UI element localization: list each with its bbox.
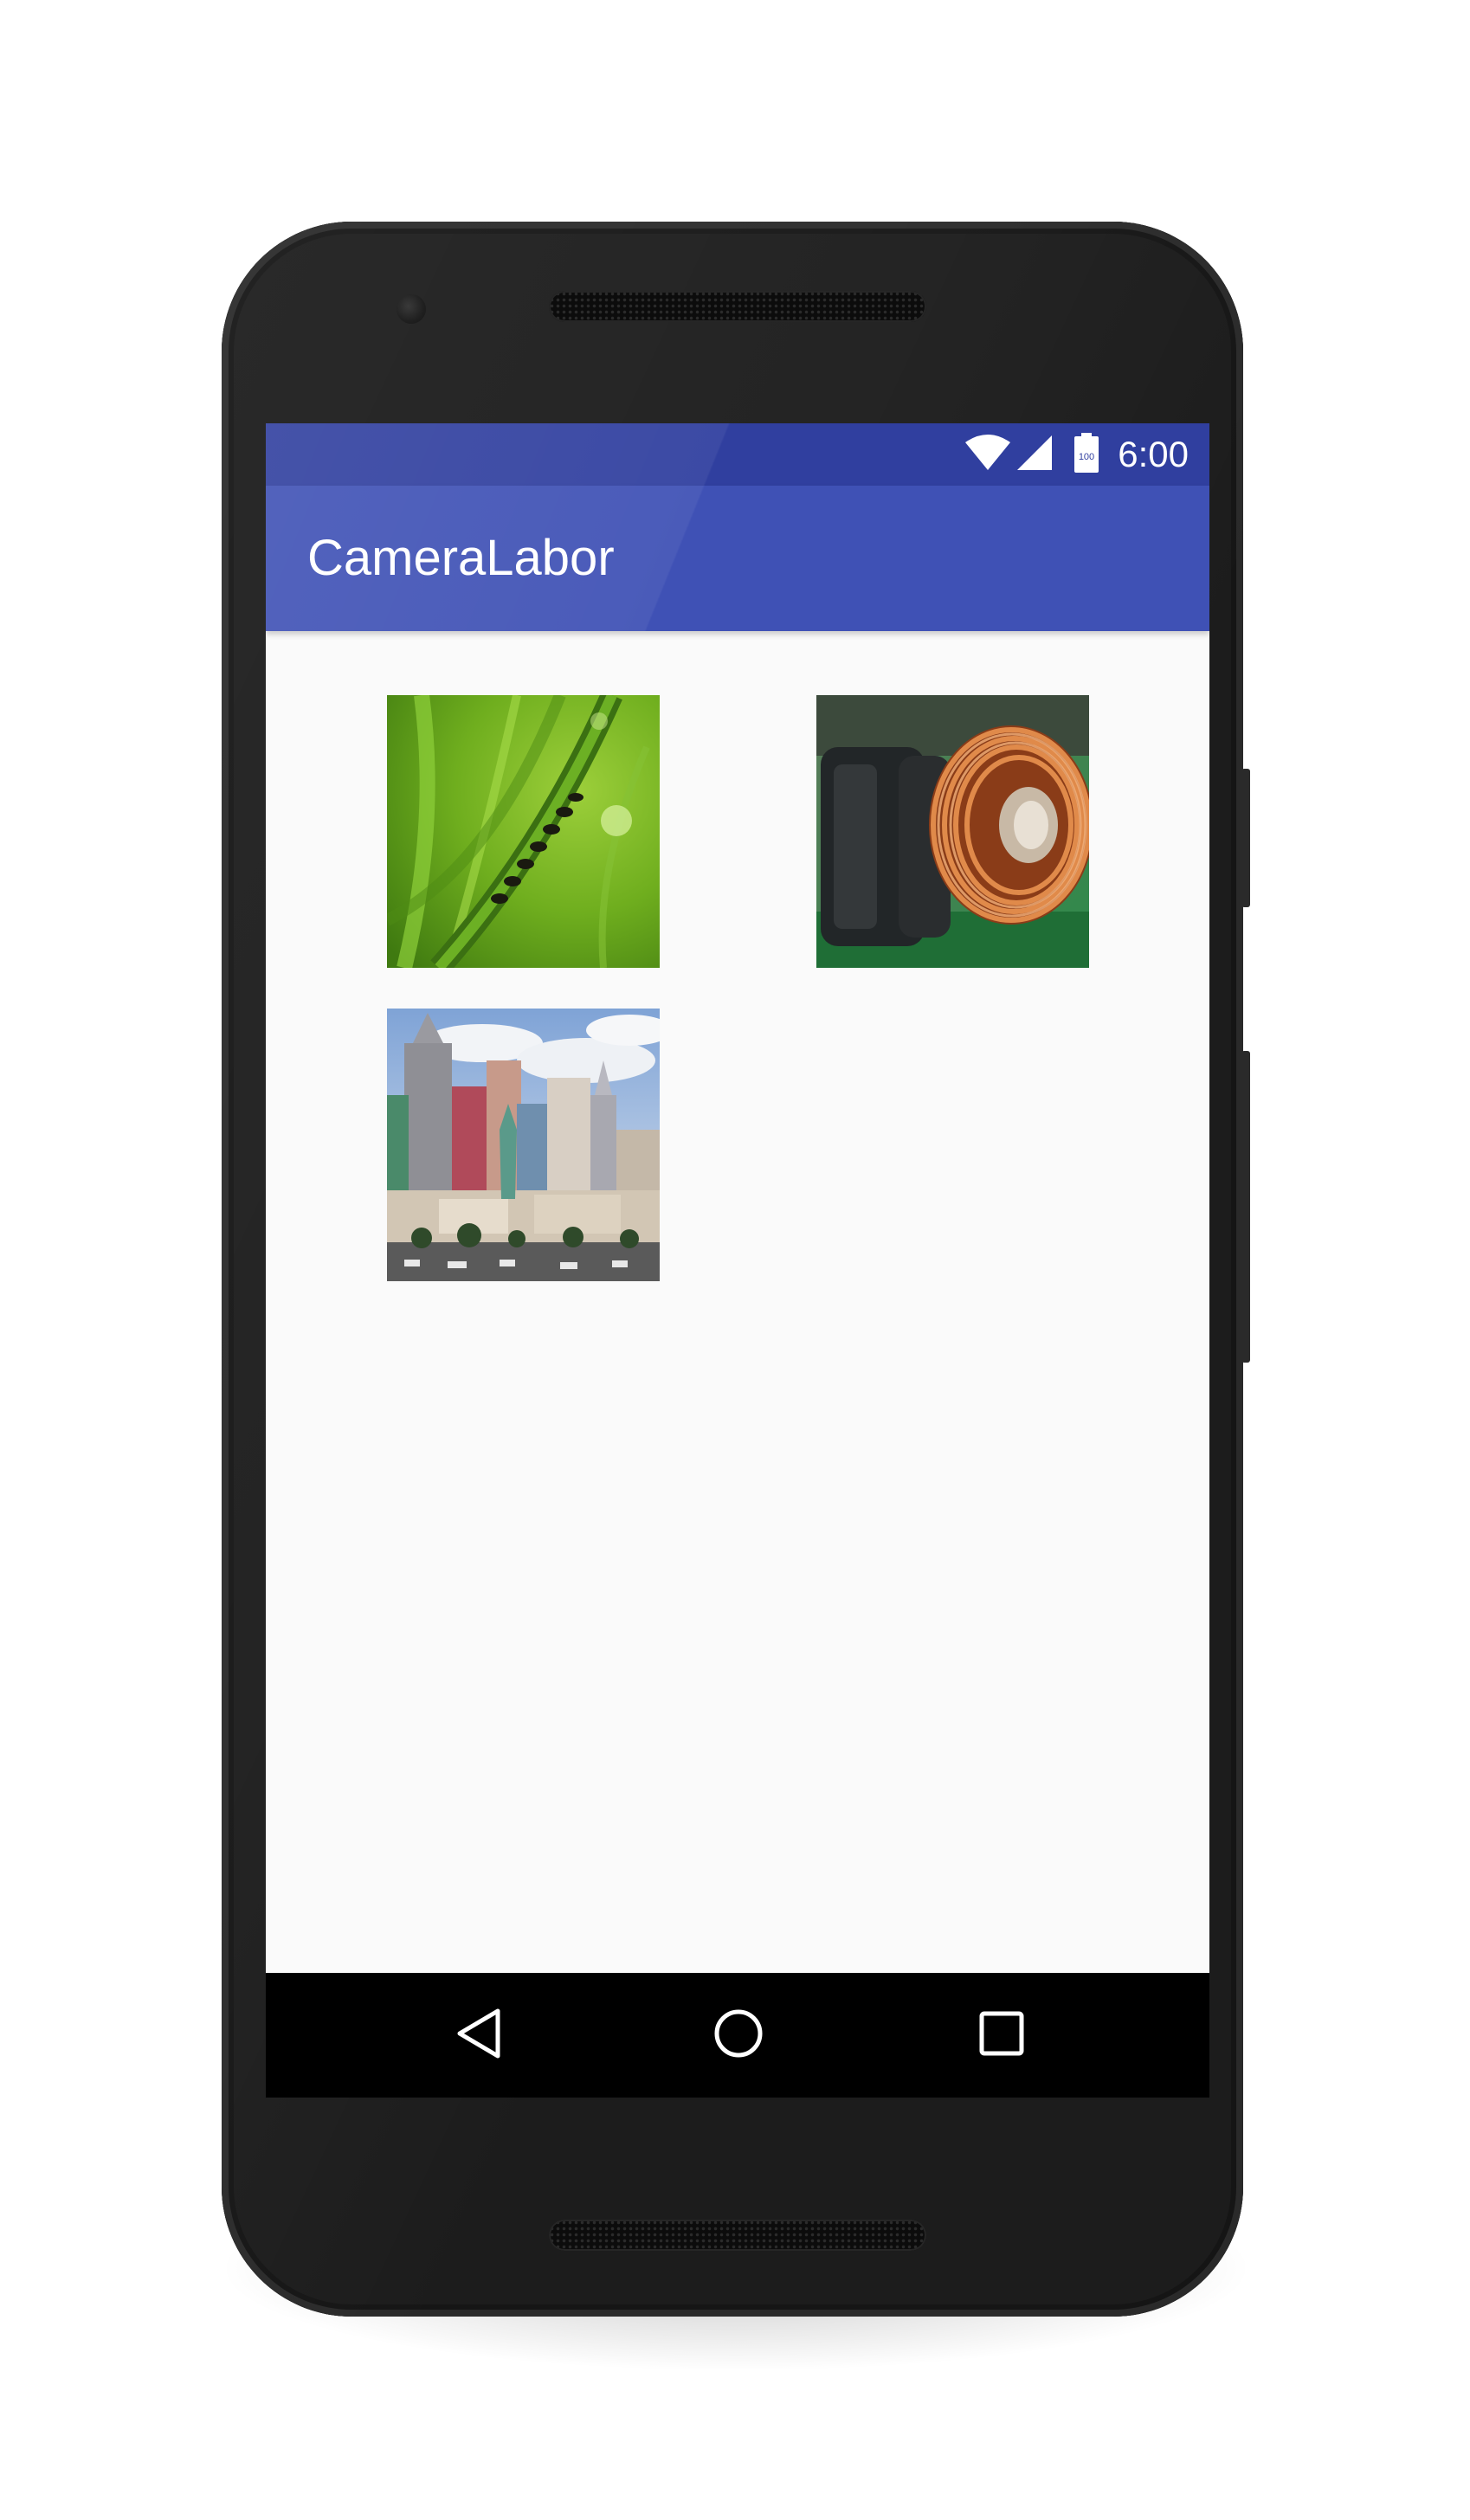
status-time: 6:00 bbox=[1118, 434, 1189, 474]
recents-icon bbox=[977, 2009, 1026, 2062]
app-bar: CameraLabor bbox=[266, 486, 1209, 631]
navigation-bar bbox=[266, 1973, 1209, 2098]
screen: 100 6:00 CameraLabor bbox=[266, 423, 1209, 2098]
front-camera bbox=[397, 294, 426, 324]
back-button[interactable] bbox=[448, 2004, 510, 2066]
status-icons: 100 6:00 bbox=[964, 423, 1189, 486]
photo-city-skyline[interactable] bbox=[387, 1009, 660, 1281]
battery-level-label: 100 bbox=[1079, 452, 1094, 462]
wifi-icon bbox=[964, 434, 1012, 476]
app-title: CameraLabor bbox=[307, 530, 615, 586]
image-grid bbox=[266, 631, 1209, 1973]
home-button[interactable] bbox=[707, 2004, 770, 2066]
top-speaker bbox=[549, 291, 926, 322]
photo-copper-coil[interactable] bbox=[816, 695, 1089, 968]
recents-button[interactable] bbox=[970, 2004, 1033, 2066]
back-icon bbox=[455, 2008, 503, 2064]
status-bar: 100 6:00 bbox=[266, 423, 1209, 486]
cell-signal-icon bbox=[1015, 434, 1054, 476]
photo-grass-ants[interactable] bbox=[387, 695, 660, 968]
bottom-speaker bbox=[549, 2220, 926, 2251]
battery-icon: 100 bbox=[1074, 432, 1099, 477]
home-icon bbox=[712, 2008, 764, 2064]
device-mockup: 100 6:00 CameraLabor bbox=[0, 0, 1470, 2520]
